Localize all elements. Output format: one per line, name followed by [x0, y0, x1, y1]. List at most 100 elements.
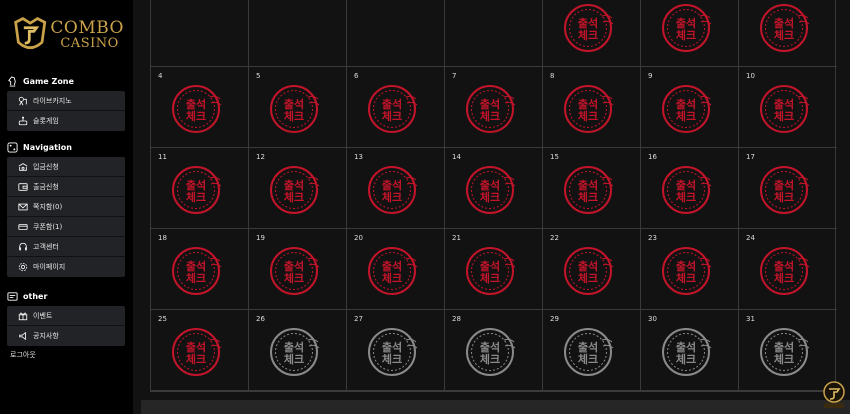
calendar-day-number: 20	[354, 234, 363, 242]
stamp-text-top: 출석	[676, 259, 696, 273]
attendance-stamp-unchecked: 출석체크	[270, 328, 320, 376]
calendar-day-cell[interactable]	[151, 0, 249, 67]
calendar-day-cell[interactable]: 22 출석 체크	[543, 229, 641, 310]
menu-item-notice[interactable]: 공지사항	[7, 326, 125, 346]
calendar-day-cell[interactable]: 4 출석 체크	[151, 67, 249, 148]
stamp-text-top: 출석	[578, 97, 598, 111]
deposit-icon	[18, 162, 28, 171]
calendar-day-cell[interactable]: 8 출석 체크	[543, 67, 641, 148]
calendar-day-cell[interactable]: 20 출석 체크	[347, 229, 445, 310]
attendance-stamp-checked: 출석체크	[270, 85, 320, 133]
calendar-day-cell[interactable]: 출석 체크	[739, 0, 837, 67]
attendance-stamp-checked: 출석체크	[368, 166, 418, 214]
calendar-day-cell[interactable]: 18 출석 체크	[151, 229, 249, 310]
stamp-text-top: 출석	[774, 178, 794, 192]
stamp-text-bottom: 체크	[774, 109, 794, 123]
calendar-day-cell[interactable]: 21 출석 체크	[445, 229, 543, 310]
attendance-stamp-unchecked: 출석체크	[368, 328, 418, 376]
stamp-text-top: 출석	[186, 259, 206, 273]
calendar-day-cell[interactable]: 6 출석 체크	[347, 67, 445, 148]
bottom-scroll-bar[interactable]	[141, 400, 850, 414]
sidebar: COMBO CASINO Game Zone 라이브카지노 슬롯게임 Navig…	[0, 0, 133, 414]
stamp-text-bottom: 체크	[578, 28, 598, 42]
attendance-stamp-checked: 출석체크	[172, 328, 222, 376]
calendar-day-cell[interactable]: 26 출석 체크	[249, 310, 347, 391]
corner-emblem-icon[interactable]	[822, 380, 846, 410]
calendar-day-cell[interactable]: 12 출석 체크	[249, 148, 347, 229]
calendar-grid: 출석 체크 출석 체크 출석 체크 4 출석 체크 5 출석 체크 6 출석 체크 7 출석 체크 8 출석 체크 9 출석…	[151, 0, 837, 391]
calendar-day-number: 6	[354, 72, 359, 80]
stamp-text-bottom: 체크	[382, 109, 402, 123]
stamp-text-top: 출석	[774, 259, 794, 273]
calendar-day-cell[interactable]	[347, 0, 445, 67]
stamp-text-bottom: 체크	[186, 352, 206, 366]
calendar-day-number: 27	[354, 315, 363, 323]
calendar-day-cell[interactable]: 30 출석 체크	[641, 310, 739, 391]
calendar-day-cell[interactable]: 10 출석 체크	[739, 67, 837, 148]
calendar-day-number: 22	[550, 234, 559, 242]
menu-item-customer-center[interactable]: 고객센터	[7, 237, 125, 257]
settings-icon	[18, 262, 28, 272]
attendance-stamp-checked: 출석체크	[368, 85, 418, 133]
stamp-text-top: 출석	[480, 178, 500, 192]
calendar-day-cell[interactable]: 23 출석 체크	[641, 229, 739, 310]
calendar-day-cell[interactable]: 29 출석 체크	[543, 310, 641, 391]
calendar-day-cell[interactable]	[445, 0, 543, 67]
calendar-day-cell[interactable]	[249, 0, 347, 67]
attendance-stamp-unchecked: 출석체크	[564, 328, 614, 376]
folder-icon	[7, 291, 18, 301]
navigation-title: Navigation	[23, 142, 72, 152]
stamp-text-bottom: 체크	[382, 271, 402, 285]
menu-item-slot-game[interactable]: 슬롯게임	[7, 111, 125, 131]
stamp-text-top: 출석	[382, 178, 402, 192]
calendar-day-cell[interactable]: 16 출석 체크	[641, 148, 739, 229]
calendar-day-cell[interactable]: 28 출석 체크	[445, 310, 543, 391]
calendar-day-cell[interactable]: 7 출석 체크	[445, 67, 543, 148]
menu-item-withdraw[interactable]: 출금신청	[7, 177, 125, 197]
calendar-day-cell[interactable]: 14 출석 체크	[445, 148, 543, 229]
stamp-text-top: 출석	[382, 340, 402, 354]
stamp-text-top: 출석	[186, 178, 206, 192]
menu-item-coupon[interactable]: 쿠폰함(1)	[7, 217, 125, 237]
attendance-calendar: 출석 체크 출석 체크 출석 체크 4 출석 체크 5 출석 체크 6 출석 체크 7 출석 체크 8 출석 체크 9 출석…	[150, 0, 837, 392]
menu-item-live-casino[interactable]: 라이브카지노	[7, 91, 125, 111]
stamp-text-top: 출석	[480, 340, 500, 354]
calendar-day-cell[interactable]: 27 출석 체크	[347, 310, 445, 391]
stamp-text-bottom: 체크	[480, 190, 500, 204]
calendar-day-number: 18	[158, 234, 167, 242]
calendar-day-cell[interactable]: 출석 체크	[543, 0, 641, 67]
combo-casino-logo[interactable]: COMBO CASINO	[12, 10, 124, 60]
mail-icon	[18, 203, 28, 210]
calendar-day-number: 16	[648, 153, 657, 161]
stamp-text-bottom: 체크	[774, 28, 794, 42]
calendar-day-cell[interactable]: 출석 체크	[641, 0, 739, 67]
stamp-text-top: 출석	[186, 340, 206, 354]
stamp-text-bottom: 체크	[186, 271, 206, 285]
attendance-stamp-checked: 출석체크	[466, 85, 516, 133]
menu-item-deposit[interactable]: 입금신청	[7, 157, 125, 177]
menu-item-mailbox[interactable]: 쪽지함(0)	[7, 197, 125, 217]
calendar-day-cell[interactable]: 25 출석 체크	[151, 310, 249, 391]
stamp-text-top: 출석	[774, 97, 794, 111]
stamp-text-top: 출석	[480, 97, 500, 111]
stamp-text-top: 출석	[480, 259, 500, 273]
calendar-day-cell[interactable]: 9 출석 체크	[641, 67, 739, 148]
calendar-day-cell[interactable]: 15 출석 체크	[543, 148, 641, 229]
calendar-day-cell[interactable]: 5 출석 체크	[249, 67, 347, 148]
calendar-day-number: 31	[746, 315, 755, 323]
menu-item-event[interactable]: 이벤트	[7, 306, 125, 326]
calendar-day-cell[interactable]: 17 출석 체크	[739, 148, 837, 229]
logout-link[interactable]: 로그아웃	[10, 350, 36, 360]
other-menu: 이벤트 공지사항	[7, 306, 125, 346]
stamp-text-top: 출석	[578, 340, 598, 354]
calendar-day-cell[interactable]: 31 출석 체크	[739, 310, 837, 391]
stamp-text-bottom: 체크	[578, 352, 598, 366]
calendar-day-number: 30	[648, 315, 657, 323]
calendar-day-cell[interactable]: 24 출석 체크	[739, 229, 837, 310]
stamp-text-top: 출석	[284, 259, 304, 273]
calendar-day-cell[interactable]: 19 출석 체크	[249, 229, 347, 310]
calendar-day-cell[interactable]: 11 출석 체크	[151, 148, 249, 229]
calendar-day-cell[interactable]: 13 출석 체크	[347, 148, 445, 229]
stamp-text-top: 출석	[578, 259, 598, 273]
menu-item-my-page[interactable]: 마이페이지	[7, 257, 125, 277]
